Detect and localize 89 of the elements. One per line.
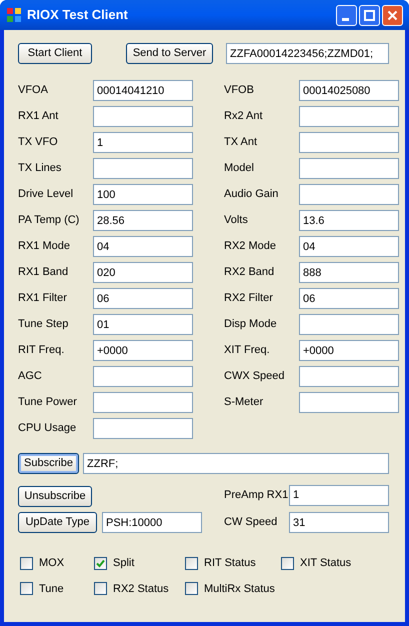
field-label: PA Temp (C) (18, 213, 80, 228)
field-label: RX1 Filter (18, 291, 68, 306)
field-label: S-Meter (224, 395, 264, 410)
field-label: RIT Status (204, 556, 256, 571)
push-button[interactable]: UpDate Type (18, 512, 97, 533)
field-label: RX2 Status (113, 582, 169, 596)
text-field[interactable] (299, 184, 399, 205)
text-field[interactable]: 06 (93, 288, 193, 309)
text-field[interactable] (93, 418, 193, 439)
text-field[interactable] (299, 132, 399, 153)
field-label: RX2 Mode (224, 239, 277, 254)
field-label: MultiRx Status (204, 582, 275, 596)
window-title: RIOX Test Client (27, 6, 129, 24)
push-button[interactable]: Send to Server (126, 43, 213, 64)
push-button[interactable]: Start Client (18, 43, 92, 64)
field-label: XIT Freq. (224, 343, 271, 358)
field-label: Drive Level (18, 187, 74, 202)
field-label: AGC (18, 369, 43, 384)
field-label: CWX Speed (224, 369, 286, 384)
text-field[interactable] (93, 392, 193, 413)
field-label: RX1 Mode (18, 239, 71, 254)
minimize-icon (342, 18, 348, 20)
text-field[interactable]: 13.6 (299, 210, 399, 231)
field-label: TX Ant (224, 135, 258, 150)
text-field[interactable]: +0000 (299, 340, 399, 361)
text-field[interactable] (93, 366, 193, 387)
field-label: RX2 Filter (224, 291, 274, 306)
text-field[interactable]: 00014025080 (299, 80, 399, 101)
field-label: CW Speed (224, 515, 278, 530)
checkbox[interactable] (94, 556, 107, 570)
close-icon (387, 10, 398, 20)
field-label: MOX (39, 556, 64, 571)
text-field[interactable]: 100 (93, 184, 193, 205)
field-label: XIT Status (300, 556, 352, 571)
checkbox[interactable] (185, 556, 198, 570)
text-field[interactable]: 28.56 (93, 210, 193, 231)
text-field[interactable] (93, 106, 193, 127)
checkmark-icon (96, 558, 105, 568)
field-label: VFOB (224, 83, 255, 98)
text-field[interactable] (299, 314, 399, 335)
text-field[interactable] (299, 392, 399, 413)
text-field[interactable]: 04 (93, 236, 193, 257)
checkbox[interactable] (281, 556, 294, 570)
field-label: Tune (39, 582, 64, 596)
field-label: Split (113, 556, 134, 571)
minimize-button[interactable] (336, 4, 357, 26)
checkbox[interactable] (185, 582, 198, 596)
checkbox[interactable] (94, 582, 107, 596)
field-label: RX1 Ant (18, 109, 60, 124)
text-field[interactable]: 1 (289, 484, 389, 506)
text-field[interactable] (299, 106, 399, 127)
text-field[interactable] (299, 366, 399, 387)
field-label: Volts (224, 213, 249, 228)
field-label: RX2 Band (224, 265, 276, 280)
text-field[interactable]: 020 (93, 262, 193, 283)
text-field[interactable]: 1 (93, 132, 193, 153)
field-label: Model (224, 161, 255, 176)
text-field[interactable]: 31 (289, 512, 389, 533)
text-field[interactable] (93, 158, 193, 179)
text-field[interactable]: ZZFA00014223456;ZZMD01; (226, 43, 389, 64)
text-field[interactable]: 01 (93, 314, 193, 335)
close-button[interactable] (382, 4, 403, 26)
field-label: TX Lines (18, 161, 62, 176)
field-label: PreAmp RX1 (224, 488, 289, 503)
maximize-icon (364, 10, 375, 20)
field-label: TX VFO (18, 135, 59, 150)
checkbox[interactable] (20, 582, 33, 596)
field-label: Tune Power (18, 395, 78, 410)
text-field[interactable]: 888 (299, 262, 399, 283)
field-label: Tune Step (18, 317, 70, 332)
field-label: VFOA (18, 83, 49, 98)
text-field[interactable] (299, 158, 399, 179)
text-field[interactable]: 04 (299, 236, 399, 257)
field-label: Disp Mode (224, 317, 278, 332)
text-field[interactable]: PSH:10000 (102, 512, 202, 533)
text-field[interactable]: ZZRF; (83, 453, 389, 474)
maximize-button[interactable] (359, 4, 380, 26)
field-label: RX1 Band (18, 265, 70, 280)
app-icon (6, 7, 22, 23)
field-label: Rx2 Ant (224, 109, 264, 124)
field-label: CPU Usage (18, 421, 78, 436)
push-button[interactable]: Subscribe (18, 453, 79, 474)
push-button[interactable]: Unsubscribe (18, 486, 92, 507)
field-label: Audio Gain (224, 187, 280, 202)
checkbox[interactable] (20, 556, 33, 570)
text-field[interactable]: +0000 (93, 340, 193, 361)
field-label: RIT Freq. (18, 343, 66, 358)
text-field[interactable]: 06 (299, 288, 399, 309)
text-field[interactable]: 00014041210 (93, 80, 193, 101)
